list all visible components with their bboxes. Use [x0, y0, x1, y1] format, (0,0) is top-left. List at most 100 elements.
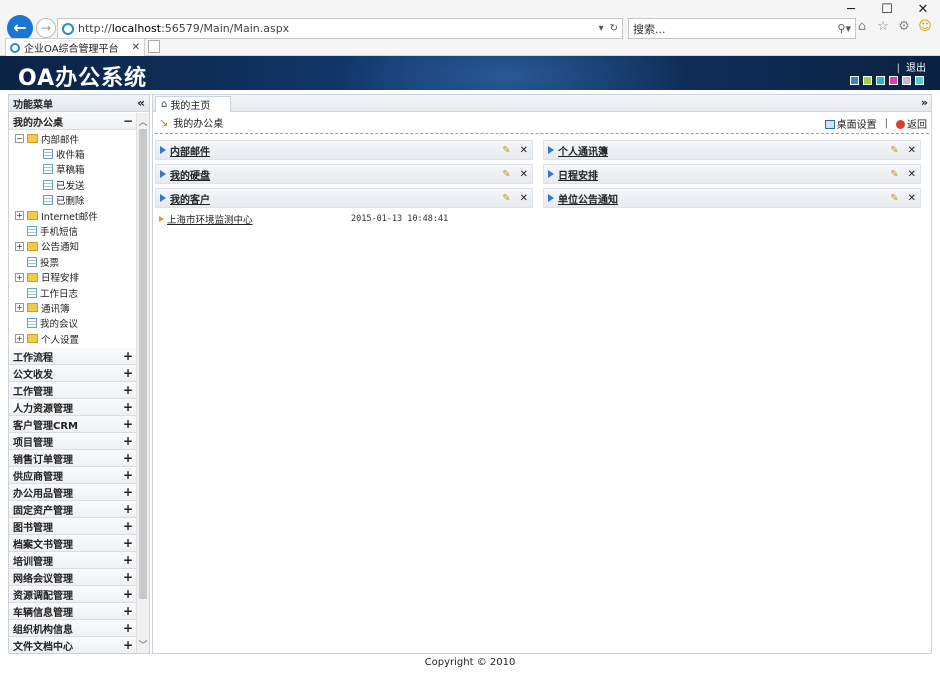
desk-settings-button[interactable]: 桌面设置 — [824, 116, 877, 131]
skin-swatch[interactable] — [850, 76, 859, 85]
expand-group-icon[interactable]: + — [123, 451, 133, 465]
skin-swatch[interactable] — [876, 76, 885, 85]
customer-link[interactable]: 上海市环境监测中心 — [167, 212, 351, 226]
skin-swatch[interactable] — [889, 76, 898, 85]
forward-button[interactable]: → — [36, 18, 56, 38]
expand-group-icon[interactable]: + — [123, 383, 133, 397]
expand-group-icon[interactable]: + — [123, 468, 133, 482]
sidebar-scrollbar[interactable]: ︿ ﹀ — [136, 113, 149, 653]
edit-pencil-icon[interactable]: ✎ — [890, 145, 898, 156]
edit-pencil-icon[interactable]: ✎ — [890, 193, 898, 204]
portlet-title[interactable]: 内部邮件 — [170, 143, 502, 158]
expand-group-icon[interactable]: + — [123, 553, 133, 567]
expand-group-icon[interactable]: + — [123, 536, 133, 550]
menu-group[interactable]: 销售订单管理 + — [9, 450, 137, 468]
collapse-icon[interactable]: − — [15, 134, 24, 144]
menu-group[interactable]: 办公用品管理 + — [9, 484, 137, 502]
expand-arrow-icon[interactable] — [548, 146, 554, 154]
expand-arrow-icon[interactable] — [548, 170, 554, 178]
expand-arrow-icon[interactable] — [160, 194, 166, 202]
new-tab-button[interactable] — [148, 40, 160, 53]
expand-group-icon[interactable]: + — [123, 621, 133, 635]
skin-swatch[interactable] — [863, 76, 872, 85]
maximize-button[interactable]: ☐ — [880, 3, 894, 16]
back-link[interactable]: 返回 — [896, 116, 927, 131]
address-bar[interactable]: http://localhost:56579/Main/Main.aspx ▾ … — [57, 18, 623, 39]
portlet-title[interactable]: 我的硬盘 — [170, 167, 502, 182]
menu-group[interactable]: 工作流程 + — [9, 348, 137, 366]
expand-group-icon[interactable]: + — [123, 485, 133, 499]
portlet-title[interactable]: 单位公告通知 — [558, 191, 890, 206]
home-icon[interactable]: ⌂ — [855, 20, 869, 34]
close-icon[interactable]: ✕ — [908, 169, 916, 180]
menu-group[interactable]: 车辆信息管理 + — [9, 603, 137, 621]
edit-pencil-icon[interactable]: ✎ — [502, 193, 510, 204]
menu-group-my-desk[interactable]: 我的办公桌 − — [9, 113, 137, 130]
portlet-title[interactable]: 日程安排 — [558, 167, 890, 182]
close-window-button[interactable]: ✕ — [916, 3, 930, 16]
menu-group[interactable]: 公文收发 + — [9, 365, 137, 383]
portlet-title[interactable]: 个人通讯簿 — [558, 143, 890, 158]
skin-swatch[interactable] — [902, 76, 911, 85]
favorites-star-icon[interactable]: ☆ — [876, 20, 890, 34]
tree-item[interactable]: + 通讯簿 — [9, 300, 137, 315]
tree-item[interactable]: 已发送 — [9, 177, 137, 192]
expand-group-icon[interactable]: + — [123, 638, 133, 652]
skin-swatch[interactable] — [915, 76, 924, 85]
expand-group-icon[interactable]: + — [123, 604, 133, 618]
expand-group-icon[interactable]: + — [123, 570, 133, 584]
expand-icon[interactable]: + — [15, 334, 24, 344]
minimize-button[interactable]: ─ — [844, 3, 858, 16]
search-input[interactable]: 搜索... — [633, 21, 837, 37]
expand-group-icon[interactable]: + — [123, 349, 133, 363]
feedback-smiley-icon[interactable]: ☺ — [918, 20, 932, 34]
tree-item[interactable]: 投票 — [9, 254, 137, 269]
tree-item[interactable]: 手机短信 — [9, 223, 137, 238]
menu-group[interactable]: 培训管理 + — [9, 552, 137, 570]
menu-group[interactable]: 档案文书管理 + — [9, 535, 137, 553]
tree-item[interactable]: 工作日志 — [9, 285, 137, 300]
logout-link[interactable]: | 退出 — [897, 59, 926, 74]
menu-group[interactable]: 网络会议管理 + — [9, 569, 137, 587]
menu-group[interactable]: 组织机构信息 + — [9, 620, 137, 638]
close-icon[interactable]: ✕ — [908, 193, 916, 204]
tree-item[interactable]: + 个人设置 — [9, 331, 137, 346]
expand-group-icon[interactable]: + — [123, 417, 133, 431]
menu-group[interactable]: 工作管理 + — [9, 382, 137, 400]
collapse-sidebar-icon[interactable]: « — [137, 96, 145, 110]
menu-group[interactable]: 人力资源管理 + — [9, 399, 137, 417]
expand-group-icon[interactable]: + — [123, 587, 133, 601]
collapse-group-icon[interactable]: − — [123, 114, 133, 128]
address-dropdown-icon[interactable]: ▾ — [599, 23, 604, 34]
expand-group-icon[interactable]: + — [123, 400, 133, 414]
scroll-up-arrow[interactable]: ︿ — [137, 115, 149, 128]
expand-arrow-icon[interactable] — [548, 194, 554, 202]
menu-group[interactable]: 图书管理 + — [9, 518, 137, 536]
browser-tab[interactable]: 企业OA综合管理平台 ✕ — [5, 38, 145, 56]
tree-item[interactable]: + Internet邮件 — [9, 208, 137, 223]
tree-item[interactable]: 我的会议 — [9, 316, 137, 331]
tree-item[interactable]: 已删除 — [9, 193, 137, 208]
close-icon[interactable]: ✕ — [520, 193, 528, 204]
expand-group-icon[interactable]: + — [123, 366, 133, 380]
scroll-thumb[interactable] — [139, 129, 147, 599]
expand-icon[interactable]: + — [15, 303, 24, 313]
close-icon[interactable]: ✕ — [908, 145, 916, 156]
search-icon[interactable]: ⚲▾ — [837, 22, 851, 35]
menu-group[interactable]: 文件文档中心 + — [9, 637, 137, 653]
expand-group-icon[interactable]: + — [123, 434, 133, 448]
expand-group-icon[interactable]: + — [123, 502, 133, 516]
tab-menu-icon[interactable]: » — [921, 96, 928, 109]
menu-group[interactable]: 客户管理CRM + — [9, 416, 137, 434]
close-icon[interactable]: ✕ — [520, 145, 528, 156]
menu-group[interactable]: 固定资产管理 + — [9, 501, 137, 519]
menu-group[interactable]: 供应商管理 + — [9, 467, 137, 485]
expand-arrow-icon[interactable] — [160, 170, 166, 178]
portlet-title[interactable]: 我的客户 — [170, 191, 502, 206]
tree-item[interactable]: − 内部邮件 — [9, 131, 137, 146]
close-icon[interactable]: ✕ — [520, 169, 528, 180]
search-box[interactable]: 搜索... ⚲▾ — [628, 18, 856, 39]
tab-close-icon[interactable]: ✕ — [132, 42, 140, 53]
expand-icon[interactable]: + — [15, 241, 24, 251]
expand-group-icon[interactable]: + — [123, 519, 133, 533]
